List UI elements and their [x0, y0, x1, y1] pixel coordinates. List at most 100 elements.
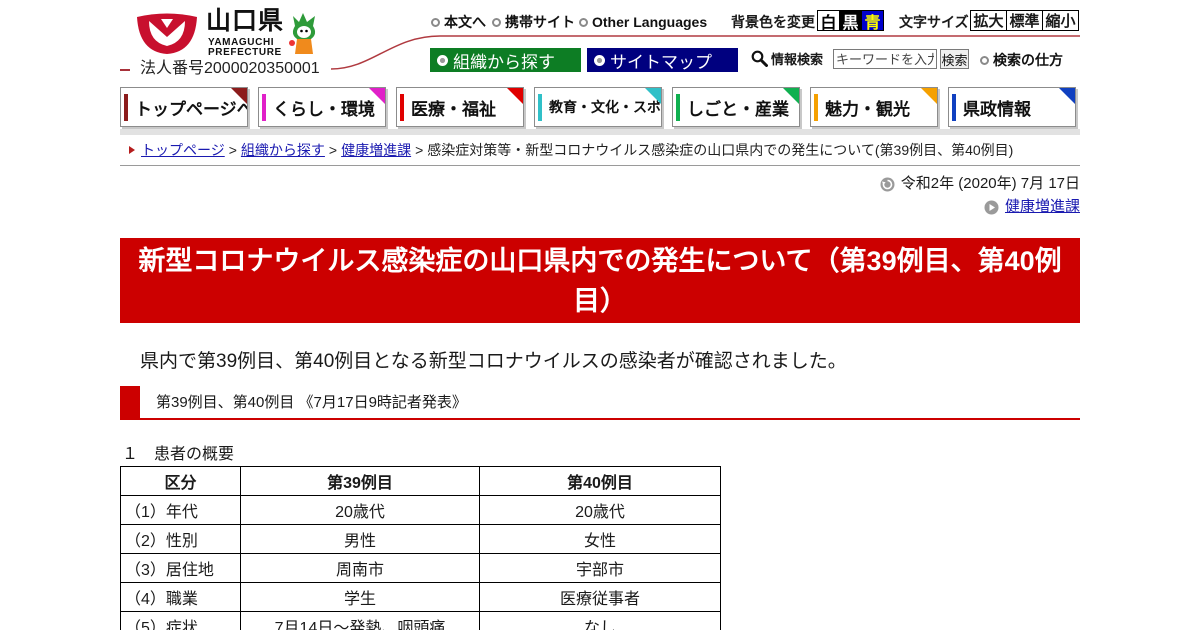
nav-tab-medical-welfare[interactable]: 医療・福祉: [396, 87, 524, 127]
font-size-options: 拡大 標準 縮小: [970, 10, 1079, 31]
table-cell: 宇部市: [479, 553, 721, 583]
table-cell: （5）症状: [120, 611, 241, 630]
search-button[interactable]: 検索: [940, 49, 969, 69]
magnifier-icon: [751, 50, 768, 67]
nav-tab-prefectural-info[interactable]: 県政情報: [948, 87, 1076, 127]
search-help-link[interactable]: 検索の仕方: [980, 52, 1063, 68]
tab-corner-triangle-icon: [921, 88, 937, 104]
update-icon: [880, 177, 895, 191]
nav-tab-label: くらし・環境: [273, 99, 375, 119]
page-title: 新型コロナウイルス感染症の山口県内での発生について（第39例目、第40例目）: [120, 238, 1080, 323]
nav-tab-top-page[interactable]: トップページへ: [120, 87, 248, 127]
table-row: （2）性別 男性 女性: [120, 524, 721, 554]
table-header-cell: 区分: [120, 466, 241, 496]
page: 山口県 YAMAGUCHI PREFECTURE 法人番号20000203500…: [0, 0, 1200, 630]
breadcrumb: トップページ > 組織から探す > 健康増進課 > 感染症対策等・新型コロナウイ…: [129, 141, 1013, 159]
circle-bullet-icon: [431, 17, 440, 27]
department-link-row: 健康増進課: [984, 198, 1080, 216]
bg-white-button[interactable]: 白: [817, 10, 840, 32]
table-cell: （1）年代: [120, 495, 241, 525]
update-date: 令和2年 (2020年) 7月 17日: [880, 175, 1080, 193]
nav-tab-label: しごと・産業: [687, 99, 789, 119]
nav-tab-label: 医療・福祉: [411, 99, 496, 119]
mobile-site-label: 携帯サイト: [505, 14, 575, 30]
tab-corner-triangle-icon: [231, 88, 247, 104]
table-row: （4）職業 学生 医療従事者: [120, 582, 721, 612]
bg-black-button[interactable]: 黒: [839, 10, 862, 32]
table-cell: 20歳代: [240, 495, 480, 525]
nav-bottom-strip: [120, 129, 1080, 135]
breadcrumb-divider: [120, 165, 1080, 166]
section-heading-text: 第39例目、第40例目 《7月17日9時記者発表》: [156, 394, 467, 411]
table-cell: 女性: [479, 524, 721, 554]
breadcrumb-link-department[interactable]: 健康増進課: [341, 140, 411, 160]
search-input[interactable]: [833, 49, 937, 69]
tab-color-bar: [400, 94, 404, 121]
circle-bullet-icon: [594, 54, 605, 66]
table-row: （5）症状 7月14日～発熱、咽頭痛 なし: [120, 611, 721, 630]
nav-tab-living-environment[interactable]: くらし・環境: [258, 87, 386, 127]
tab-corner-triangle-icon: [783, 88, 799, 104]
search-label: 情報検索: [771, 52, 824, 67]
table-cell: （3）居住地: [120, 553, 241, 583]
department-link[interactable]: 健康増進課: [1005, 198, 1080, 216]
nav-tab-label: 県政情報: [963, 99, 1031, 119]
circle-bullet-icon: [579, 17, 588, 27]
table-cell: 学生: [240, 582, 480, 612]
breadcrumb-separator: >: [228, 142, 237, 158]
section-heading: 第39例目、第40例目 《7月17日9時記者発表》: [120, 386, 1080, 420]
circle-bullet-icon: [980, 55, 989, 65]
tab-color-bar: [262, 94, 266, 121]
mobile-site-link[interactable]: 携帯サイト: [492, 13, 575, 31]
table-cell: 7月14日～発熱、咽頭痛: [240, 611, 480, 630]
table-cell: 医療従事者: [479, 582, 721, 612]
section-heading-marker: [120, 386, 140, 420]
tab-corner-triangle-icon: [1059, 88, 1075, 104]
table-cell: 20歳代: [479, 495, 721, 525]
tab-color-bar: [676, 94, 680, 121]
table-cell: 男性: [240, 524, 480, 554]
nav-tab-attractions-tourism[interactable]: 魅力・観光: [810, 87, 938, 127]
sitemap-button[interactable]: サイトマップ: [587, 48, 738, 72]
nav-tab-label: 魅力・観光: [825, 99, 910, 119]
sitemap-label: サイトマップ: [610, 52, 712, 72]
breadcrumb-link-top[interactable]: トップページ: [141, 140, 225, 160]
breadcrumb-link-org-search[interactable]: 組織から探す: [241, 140, 325, 160]
tab-color-bar: [814, 94, 818, 121]
tab-corner-triangle-icon: [507, 88, 523, 104]
breadcrumb-current: 感染症対策等・新型コロナウイルス感染症の山口県内での発生について(第39例目、第…: [427, 142, 1014, 158]
skip-to-content-label: 本文へ: [444, 14, 486, 30]
table-cell: （2）性別: [120, 524, 241, 554]
lead-paragraph: 県内で第39例目、第40例目となる新型コロナウイルスの感染者が確認されました。: [140, 351, 847, 372]
subheading: １ 患者の概要: [122, 446, 235, 463]
tab-corner-triangle-icon: [645, 88, 661, 104]
breadcrumb-separator: >: [328, 142, 338, 158]
table-row: （1）年代 20歳代 20歳代: [120, 495, 721, 525]
table-header-row: 区分 第39例目 第40例目: [120, 466, 721, 496]
patient-summary-table: 区分 第39例目 第40例目 （1）年代 20歳代 20歳代 （2）性別 男性 …: [120, 466, 721, 630]
tab-color-bar: [952, 94, 956, 121]
circle-bullet-icon: [492, 17, 501, 27]
skip-to-content-link[interactable]: 本文へ: [431, 13, 486, 31]
bg-blue-button[interactable]: 青: [861, 10, 884, 32]
font-size-standard-button[interactable]: 標準: [1006, 10, 1043, 31]
font-size-label: 文字サイズ: [899, 14, 969, 30]
search-help-label: 検索の仕方: [993, 52, 1063, 68]
font-size-enlarge-button[interactable]: 拡大: [970, 10, 1007, 31]
org-search-label: 組織から探す: [453, 52, 555, 72]
table-cell: （4）職業: [120, 582, 241, 612]
table-cell: なし: [479, 611, 721, 630]
background-color-label: 背景色を変更: [731, 14, 815, 30]
org-search-button[interactable]: 組織から探す: [430, 48, 581, 72]
table-header-cell: 第40例目: [479, 466, 721, 496]
breadcrumb-separator: >: [415, 142, 424, 158]
arrow-circle-icon: [984, 200, 999, 214]
circle-bullet-icon: [437, 54, 448, 66]
other-languages-link[interactable]: Other Languages: [579, 13, 707, 31]
nav-tab-work-industry[interactable]: しごと・産業: [672, 87, 800, 127]
triangle-right-icon: [129, 146, 135, 154]
font-size-shrink-button[interactable]: 縮小: [1042, 10, 1079, 31]
table-cell: 周南市: [240, 553, 480, 583]
table-header-cell: 第39例目: [240, 466, 480, 496]
nav-tab-education-culture-sports[interactable]: 教育・文化・スポーツ: [534, 87, 662, 127]
